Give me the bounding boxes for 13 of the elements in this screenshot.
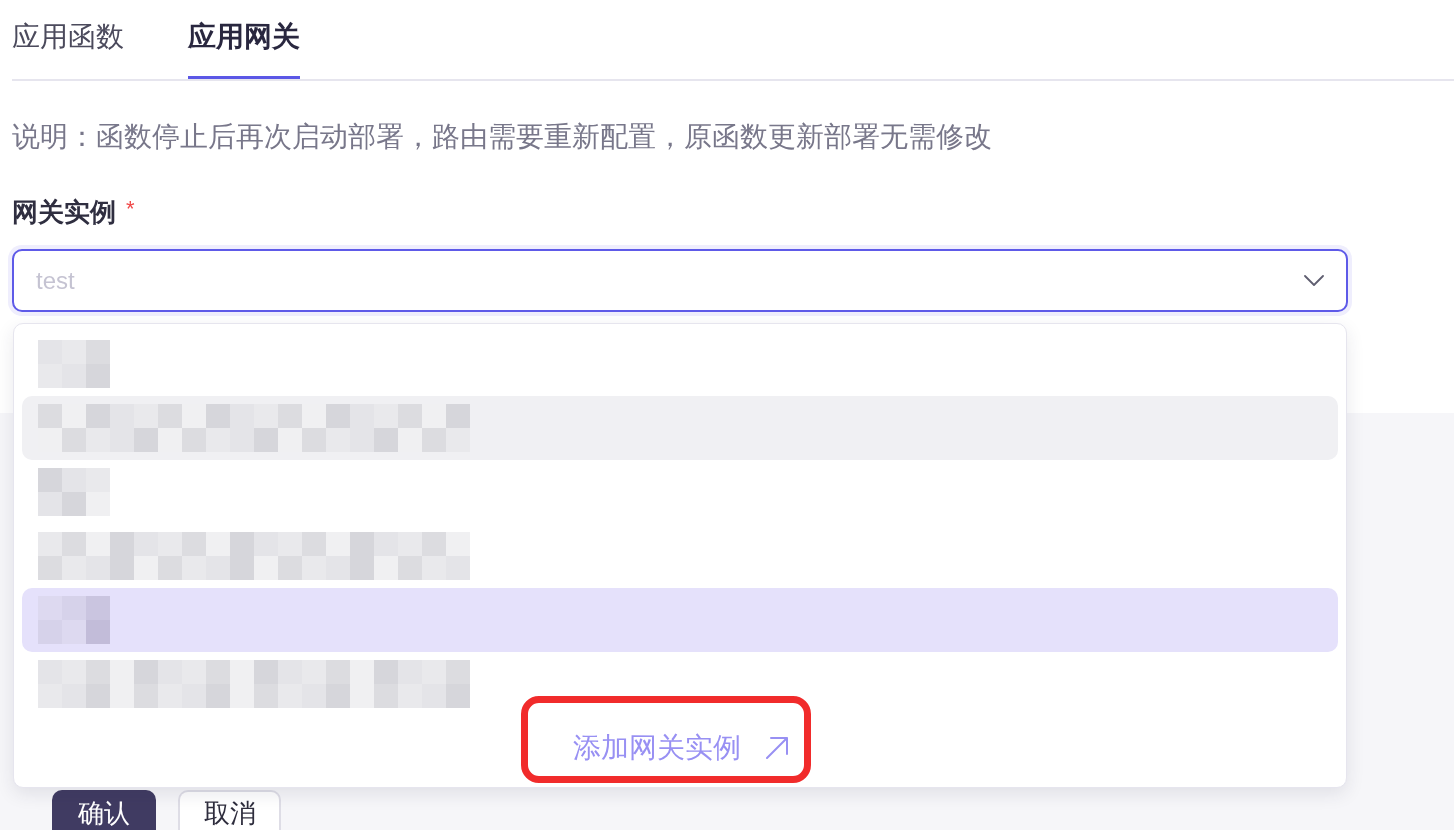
description-text: 说明：函数停止后再次启动部署，路由需要重新配置，原函数更新部署无需修改: [12, 120, 992, 154]
select-field[interactable]: test: [12, 249, 1348, 312]
chevron-down-icon: [1304, 275, 1324, 286]
tab[interactable]: 应用函数: [12, 0, 124, 79]
confirm-button[interactable]: 确认: [52, 790, 156, 830]
required-mark: *: [126, 196, 135, 222]
cancel-button[interactable]: 取消: [178, 790, 281, 830]
tab[interactable]: 应用网关: [188, 0, 300, 79]
pixelated-redaction: [38, 596, 110, 644]
pixelated-redaction: [38, 340, 110, 388]
arrow-up-right-icon: [765, 736, 788, 759]
field-label: 网关实例: [12, 196, 116, 229]
pixelated-redaction: [38, 468, 110, 516]
